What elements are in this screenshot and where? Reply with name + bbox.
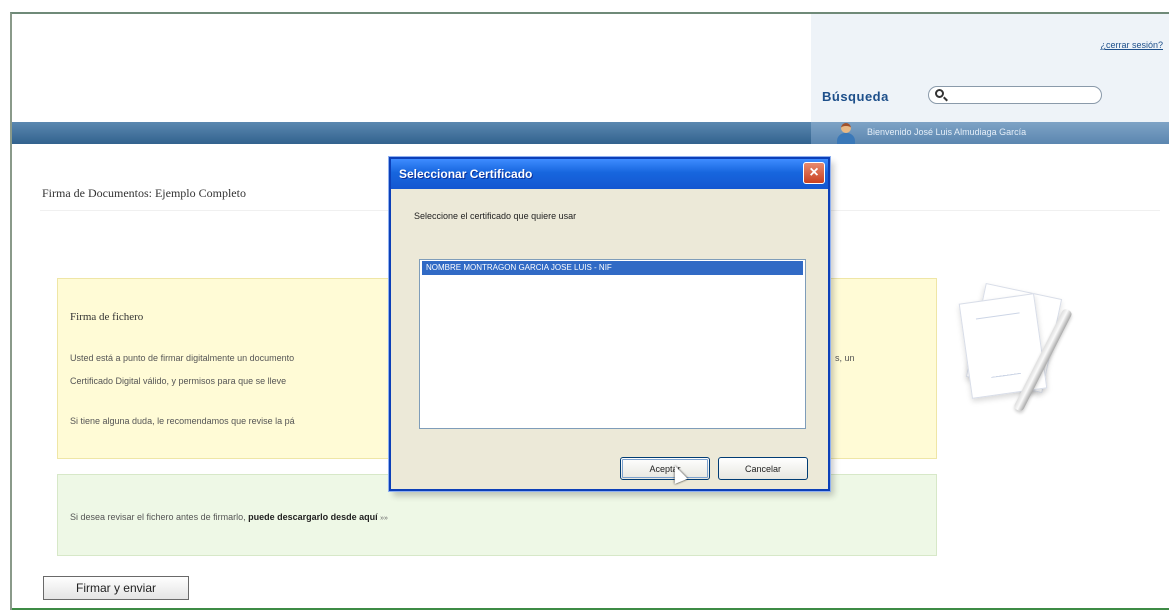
search-label: Búsqueda xyxy=(822,89,889,104)
page-title: Firma de Documentos: Ejemplo Completo xyxy=(42,186,246,200)
search-input[interactable] xyxy=(949,88,1097,102)
download-link[interactable]: puede descargarlo desde aquí xyxy=(248,512,378,522)
dialog-title: Seleccionar Certificado xyxy=(399,167,533,181)
close-icon[interactable]: × xyxy=(803,162,825,184)
certificate-list[interactable]: NOMBRE MONTRAGON GARCIA JOSE LUIS - NIF xyxy=(419,259,806,429)
sign-and-send-button[interactable]: Firmar y enviar xyxy=(43,576,189,600)
paper-lines xyxy=(975,312,1028,378)
select-certificate-dialog: Seleccionar Certificado × Seleccione el … xyxy=(389,157,830,491)
user-welcome-strip: Bienvenido José Luis Almudiaga García xyxy=(811,122,1169,144)
cancel-button[interactable]: Cancelar xyxy=(718,457,808,480)
accept-button[interactable]: Aceptar xyxy=(620,457,710,480)
info-text-line-3: Si tiene alguna duda, le recomendamos qu… xyxy=(70,416,295,426)
info-text-line-1: Usted está a punto de firmar digitalment… xyxy=(70,353,295,363)
info-text-fragment: s, un xyxy=(835,353,855,363)
panel-heading: Firma de fichero xyxy=(70,311,144,323)
header-right-panel: ¿cerrar sesión? xyxy=(811,14,1169,122)
mouse-pointer-icon xyxy=(668,462,688,487)
logout-link[interactable]: ¿cerrar sesión? xyxy=(1100,40,1163,50)
avatar-head xyxy=(841,123,851,133)
avatar-body xyxy=(837,133,855,144)
search-box[interactable] xyxy=(928,86,1102,104)
welcome-text: Bienvenido José Luis Almudiaga García xyxy=(867,127,1027,137)
search-icon xyxy=(935,89,944,98)
info-text-line-2: Certificado Digital válido, y permisos p… xyxy=(70,376,287,386)
dialog-titlebar[interactable]: Seleccionar Certificado × xyxy=(391,159,828,189)
download-prefix: Si desea revisar el fichero antes de fir… xyxy=(70,512,249,522)
document-signature-icon xyxy=(957,278,1107,418)
dialog-instruction: Seleccione el certificado que quiere usa… xyxy=(414,211,577,221)
download-arrow: »» xyxy=(380,515,388,522)
user-avatar-icon xyxy=(835,123,857,144)
download-text: Si desea revisar el fichero antes de fir… xyxy=(70,512,388,522)
certificate-item[interactable]: NOMBRE MONTRAGON GARCIA JOSE LUIS - NIF xyxy=(422,261,803,275)
